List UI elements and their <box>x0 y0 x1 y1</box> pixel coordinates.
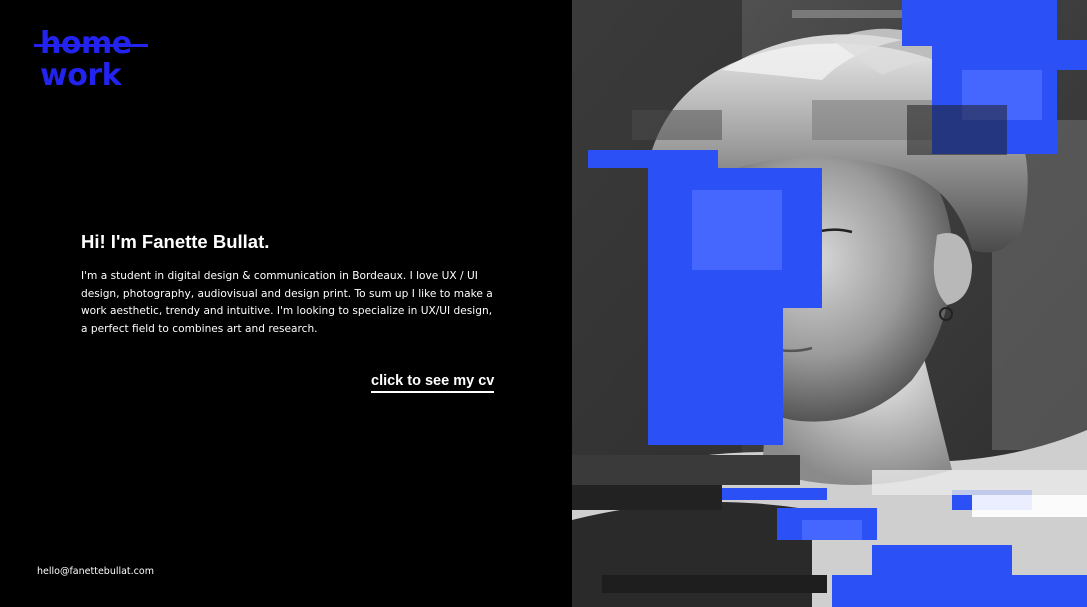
portrait-glitch-image <box>572 0 1087 607</box>
cv-link[interactable]: click to see my cv <box>371 373 495 393</box>
intro-heading: Hi! I'm Fanette Bullat. <box>81 231 270 252</box>
logo-home-text: home <box>34 28 148 60</box>
homepage: home work Hi! I'm Fanette Bullat. I'm a … <box>0 0 1087 607</box>
contact-email[interactable]: hello@fanettebullat.com <box>37 566 154 577</box>
intro-paragraph: I'm a student in digital design & commun… <box>81 270 493 335</box>
logo-work-text: work <box>40 58 122 93</box>
logo-strikethrough <box>34 44 148 47</box>
intro-section: Hi! I'm Fanette Bullat. I'm a student in… <box>81 230 501 338</box>
intro-panel: home work Hi! I'm Fanette Bullat. I'm a … <box>0 0 572 607</box>
portrait-photo <box>572 0 1087 607</box>
logo[interactable]: home work <box>34 28 148 93</box>
